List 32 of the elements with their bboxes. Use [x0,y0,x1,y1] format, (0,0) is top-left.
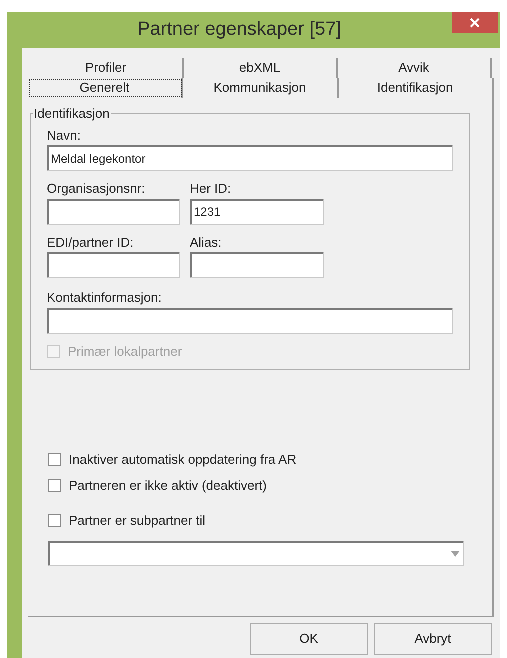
tab[interactable]: ebXML [184,58,338,78]
input-field[interactable]: 1231 [190,198,324,224]
input-field[interactable]: Meldal legekontor [47,145,453,171]
group-title: Identifikasjon [33,105,111,123]
checkbox-label: Partner er subpartner til [69,512,206,530]
dialog-button[interactable]: OK [250,623,368,655]
dropdown[interactable] [48,540,464,566]
checkbox[interactable] [48,514,61,528]
field-label: Kontaktinformasjon: [47,289,163,307]
checkbox-label: Inaktiver automatisk oppdatering fra AR [69,451,297,469]
field-label: EDI/partner ID: [47,234,135,252]
input-field[interactable] [47,252,180,278]
field-label: Alias: [190,234,223,252]
dialog-button[interactable]: Avbryt [374,623,492,655]
input-field[interactable] [190,252,324,278]
field-label: Navn: [47,126,82,144]
field-label: Her ID: [190,180,232,198]
checkbox[interactable] [48,478,61,492]
tab[interactable]: Generelt [28,78,184,98]
tab[interactable]: Kommunikasjon [183,78,339,98]
input-field[interactable] [47,198,180,224]
checkbox[interactable] [48,453,61,466]
input-field[interactable] [47,308,453,334]
field-label: Organisasjonsnr: [47,180,146,198]
checkbox-label: Partneren er ikke aktiv (deaktivert) [69,476,267,495]
close-icon [470,18,480,28]
tab[interactable]: Avvik [338,58,492,78]
checkbox-label: Primær lokalpartner [68,342,182,361]
tab[interactable]: Identifikasjon [338,78,494,98]
dropdown-arrow-icon [451,550,460,556]
window-title: Partner egenskaper [57] [136,18,342,42]
close-button[interactable] [452,12,498,33]
